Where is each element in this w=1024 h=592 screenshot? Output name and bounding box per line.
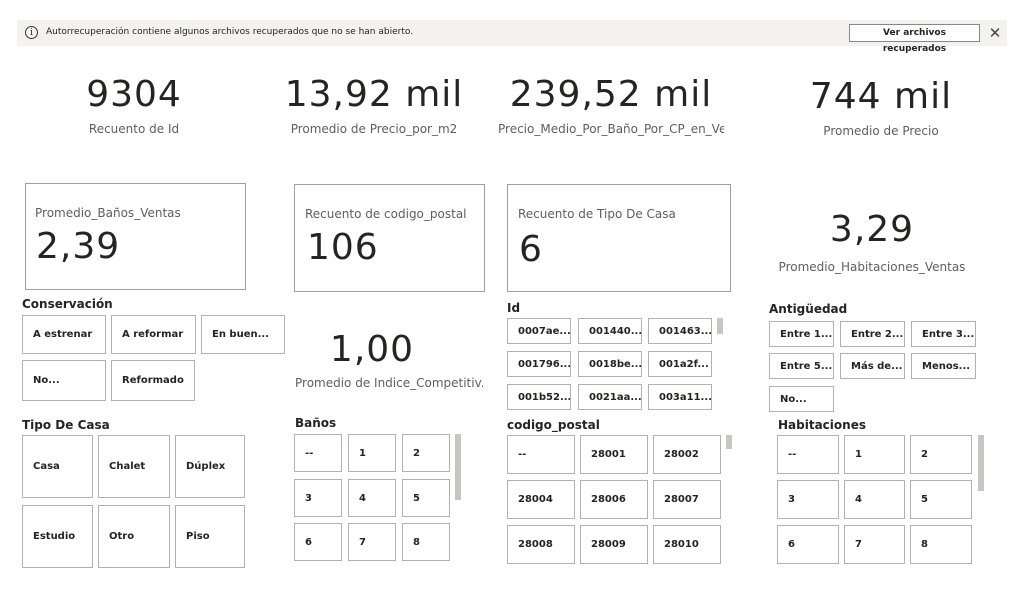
slicer-item-cp-none[interactable]: --	[507, 435, 575, 474]
slicer-item-en-buen[interactable]: En buen...	[201, 315, 285, 354]
card-value: 6	[519, 229, 543, 270]
card-value: 1,00	[329, 329, 415, 370]
card-recuento-id[interactable]: 9304 Recuento de Id	[26, 62, 242, 142]
card-promedio-precio[interactable]: 744 mil Promedio de Precio	[772, 62, 990, 142]
slicer-item-id[interactable]: 001440...	[578, 318, 642, 344]
slicer-item-antiguedad[interactable]: Entre 3...	[911, 321, 976, 347]
slicer-item-no[interactable]: No...	[22, 360, 106, 401]
slicer-item-hab-none[interactable]: --	[777, 435, 839, 474]
card-value: 744 mil	[809, 76, 953, 117]
slicer-item-hab[interactable]: 3	[777, 480, 839, 519]
slicer-item-id[interactable]: 001a2f...	[648, 351, 712, 377]
slicer-item-id[interactable]: 003a11...	[648, 384, 712, 410]
slicer-item-hab[interactable]: 4	[844, 480, 905, 519]
slicer-item-chalet[interactable]: Chalet	[98, 435, 170, 498]
card-promedio-habitaciones-ventas[interactable]: 3,29 Promedio_Habitaciones_Ventas	[772, 205, 972, 280]
slicer-title-antiguedad: Antigüedad	[769, 302, 848, 316]
slicer-item-cp[interactable]: 28004	[507, 480, 575, 519]
card-value: 13,92 mil	[284, 74, 464, 115]
slicer-item-banos-none[interactable]: --	[294, 434, 342, 472]
slicer-item-antiguedad[interactable]: Entre 1...	[769, 321, 834, 347]
slicer-item-cp[interactable]: 28007	[653, 480, 721, 519]
card-recuento-tipo-casa[interactable]: Recuento de Tipo De Casa 6	[507, 184, 731, 292]
slicer-item-antiguedad[interactable]: Menos...	[911, 353, 976, 379]
slicer-item-hab[interactable]: 5	[910, 480, 972, 519]
slicer-item-id[interactable]: 0018be...	[578, 351, 642, 377]
card-label: Promedio_Baños_Ventas	[35, 206, 181, 220]
slicer-item-cp[interactable]: 28009	[580, 525, 648, 564]
card-label: Recuento de Id	[88, 122, 180, 136]
card-label: Promedio de Precio_por_m2	[290, 122, 458, 136]
slicer-item-id[interactable]: 001463...	[648, 318, 712, 344]
card-value: 106	[307, 227, 379, 268]
slicer-item-banos-3[interactable]: 3	[294, 479, 342, 517]
slicer-item-reformado[interactable]: Reformado	[111, 360, 195, 401]
slicer-item-a-estrenar[interactable]: A estrenar	[22, 315, 106, 354]
recovery-notification-bar: i Autorrecuperación contiene algunos arc…	[17, 20, 1007, 54]
slicer-item-hab[interactable]: 6	[777, 525, 839, 564]
slicer-item-hab[interactable]: 8	[910, 525, 972, 564]
slicer-title-codigo-postal: codigo_postal	[507, 418, 600, 432]
slicer-title-id: Id	[507, 301, 521, 315]
close-icon[interactable]: ✕	[986, 23, 1004, 43]
slicer-item-antiguedad[interactable]: No...	[769, 386, 834, 412]
card-label: Promedio de Precio	[823, 124, 939, 138]
slicer-item-estudio[interactable]: Estudio	[22, 505, 93, 568]
slicer-item-otro[interactable]: Otro	[98, 505, 170, 568]
slicer-scrollbar-banos[interactable]	[455, 434, 461, 500]
slicer-item-id[interactable]: 0021aa...	[578, 384, 642, 410]
slicer-item-piso[interactable]: Piso	[175, 505, 245, 568]
slicer-item-hab[interactable]: 2	[910, 435, 972, 474]
slicer-item-antiguedad[interactable]: Más de...	[840, 353, 905, 379]
card-label: Promedio_Habitaciones_Ventas	[778, 260, 966, 274]
slicer-item-banos-4[interactable]: 4	[348, 479, 396, 517]
slicer-item-cp[interactable]: 28002	[653, 435, 721, 474]
slicer-item-banos-8[interactable]: 8	[402, 523, 450, 561]
slicer-item-cp[interactable]: 28010	[653, 525, 721, 564]
slicer-item-banos-1[interactable]: 1	[348, 434, 396, 472]
card-label: Promedio de Indice_Competitiv...	[295, 376, 483, 390]
slicer-item-cp[interactable]: 28006	[580, 480, 648, 519]
slicer-item-casa[interactable]: Casa	[22, 435, 93, 498]
notification-message: Autorrecuperación contiene algunos archi…	[46, 27, 414, 37]
slicer-item-id[interactable]: 001b52...	[507, 384, 571, 410]
slicer-item-antiguedad[interactable]: Entre 2...	[840, 321, 905, 347]
slicer-item-duplex[interactable]: Dúplex	[175, 435, 245, 498]
slicer-item-banos-5[interactable]: 5	[402, 479, 450, 517]
info-icon: i	[25, 26, 38, 39]
card-label: Recuento de Tipo De Casa	[518, 207, 676, 221]
card-value: 239,52 mil	[509, 74, 713, 115]
card-promedio-precio-m2[interactable]: 13,92 mil Promedio de Precio_por_m2	[266, 62, 482, 142]
view-recovered-files-button[interactable]: Ver archivos recuperados	[849, 24, 980, 54]
slicer-scrollbar-codigo-postal[interactable]	[726, 435, 732, 449]
slicer-item-hab[interactable]: 7	[844, 525, 905, 564]
slicer-title-conservacion: Conservación	[22, 297, 113, 311]
slicer-item-id[interactable]: 0007ae...	[507, 318, 571, 344]
slicer-item-banos-7[interactable]: 7	[348, 523, 396, 561]
slicer-item-antiguedad[interactable]: Entre 5...	[769, 353, 834, 379]
slicer-title-banos: Baños	[295, 416, 337, 430]
slicer-item-banos-2[interactable]: 2	[402, 434, 450, 472]
slicer-scrollbar-id[interactable]	[717, 318, 723, 334]
card-indice-competitividad[interactable]: 1,00 Promedio de Indice_Competitiv...	[292, 325, 488, 400]
slicer-scrollbar-habitaciones[interactable]	[978, 435, 984, 491]
slicer-item-banos-6[interactable]: 6	[294, 523, 342, 561]
slicer-item-cp[interactable]: 28008	[507, 525, 575, 564]
slicer-item-cp[interactable]: 28001	[580, 435, 648, 474]
card-promedio-banos-ventas[interactable]: Promedio_Baños_Ventas 2,39	[25, 183, 246, 290]
card-recuento-codigo-postal[interactable]: Recuento de codigo_postal 106	[294, 184, 485, 292]
slicer-item-hab[interactable]: 1	[844, 435, 905, 474]
slicer-title-tipo-casa: Tipo De Casa	[22, 418, 110, 432]
slicer-item-id[interactable]: 001796...	[507, 351, 571, 377]
card-precio-medio-bano[interactable]: 239,52 mil Precio_Medio_Por_Baño_Por_CP_…	[498, 62, 724, 142]
slicer-title-habitaciones: Habitaciones	[778, 418, 866, 432]
slicer-item-a-reformar[interactable]: A reformar	[111, 315, 196, 354]
card-value: 9304	[86, 74, 182, 115]
card-value: 2,39	[36, 226, 121, 267]
card-label: Precio_Medio_Por_Baño_Por_CP_en_Ve...	[498, 122, 724, 136]
card-label: Recuento de codigo_postal	[305, 207, 467, 221]
card-value: 3,29	[829, 209, 915, 250]
